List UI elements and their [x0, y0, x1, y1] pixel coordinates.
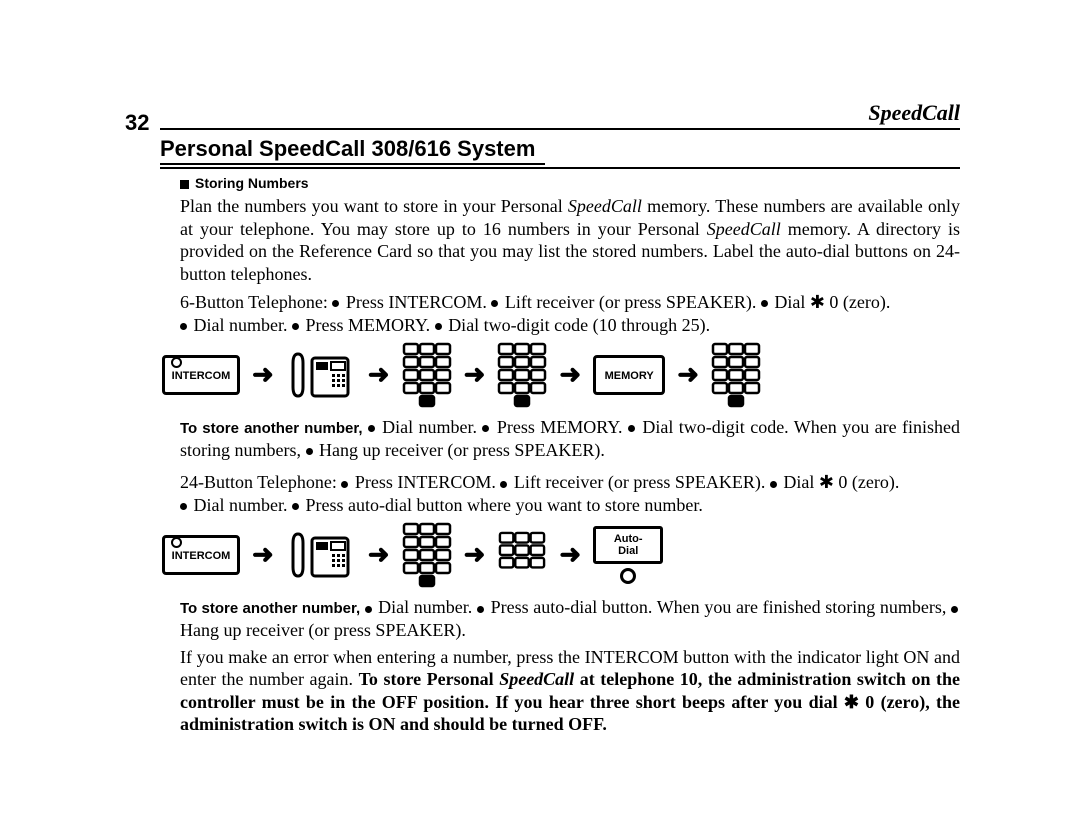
diagram-row-6button: INTERCOM ➜ ➜ ➜ ➜ MEMORY ➜	[162, 342, 960, 408]
text: 24-Button Telephone:	[180, 472, 341, 492]
arrow-right-icon: ➜	[464, 362, 486, 388]
bullet-icon	[341, 481, 348, 488]
indicator-lamp-icon	[171, 357, 182, 368]
arrow-right-icon: ➜	[464, 542, 486, 568]
text: Press INTERCOM.	[355, 472, 501, 492]
keypad-icon	[497, 342, 547, 408]
text: Dial number.	[378, 597, 477, 617]
text: Lift receiver (or press SPEAKER).	[514, 472, 770, 492]
button-label: INTERCOM	[169, 550, 233, 562]
text-italic: SpeedCall	[568, 196, 642, 216]
text-bold-italic: SpeedCall	[499, 669, 574, 689]
text-bold: To store another number,	[180, 420, 368, 437]
subheading-storing-numbers: Storing Numbers	[180, 175, 960, 191]
page-number: 32	[125, 110, 149, 136]
store-another-24btn: To store another number, Dial number. Pr…	[180, 596, 960, 641]
button-label: INTERCOM	[169, 370, 233, 382]
text: Lift receiver (or press SPEAKER).	[505, 292, 761, 312]
indicator-lamp-icon	[171, 537, 182, 548]
diagram-row-24button: INTERCOM ➜ ➜ ➜ ➜ Auto-Dial	[162, 522, 960, 588]
memory-button-icon: MEMORY	[593, 355, 665, 395]
running-head: SpeedCall	[160, 100, 960, 130]
arrow-right-icon: ➜	[252, 542, 274, 568]
indicator-lamp-icon	[620, 568, 636, 584]
button-label: Auto-Dial	[593, 526, 663, 564]
text: Hang up receiver (or press SPEAKER).	[319, 440, 605, 460]
bullet-icon	[770, 481, 777, 488]
handset-phone-icon	[286, 348, 356, 402]
text: Plan the numbers you want to store in yo…	[180, 196, 568, 216]
error-paragraph: If you make an error when entering a num…	[180, 646, 960, 736]
text: Press MEMORY.	[497, 417, 628, 437]
bullet-icon	[332, 300, 339, 307]
store-another-6btn: To store another number, Dial number. Pr…	[180, 416, 960, 461]
bullet-icon	[292, 503, 299, 510]
bullet-icon	[306, 448, 313, 455]
intercom-button-icon: INTERCOM	[162, 355, 240, 395]
bullet-icon	[951, 606, 958, 613]
keypad-small-icon	[497, 531, 547, 579]
bullet-icon	[500, 481, 507, 488]
subheading-text: Storing Numbers	[195, 175, 309, 191]
section-title: Personal SpeedCall 308/616 System	[160, 136, 545, 165]
arrow-right-icon: ➜	[677, 362, 699, 388]
intercom-button-icon: INTERCOM	[162, 535, 240, 575]
text: Dial two-digit code (10 through 25).	[448, 315, 710, 335]
bullet-icon	[180, 503, 187, 510]
bullet-icon	[180, 323, 187, 330]
text: Press auto-dial button where you want to…	[305, 495, 702, 515]
text-bold: To store Personal	[359, 669, 500, 689]
bullet-icon	[628, 425, 635, 432]
bullet-icon	[365, 606, 372, 613]
keypad-icon	[711, 342, 761, 408]
arrow-right-icon: ➜	[368, 362, 390, 388]
text: Dial number.	[194, 315, 292, 335]
text: Dial two-digit code. When you are	[642, 417, 896, 437]
text: Dial number.	[194, 495, 292, 515]
text: Press INTERCOM.	[346, 292, 492, 312]
square-bullet-icon	[180, 180, 189, 189]
bullet-icon	[368, 425, 375, 432]
bullet-icon	[761, 300, 768, 307]
keypad-icon	[402, 522, 452, 588]
text: 6-Button Telephone:	[180, 292, 332, 312]
bullet-icon	[491, 300, 498, 307]
bullet-icon	[482, 425, 489, 432]
text: Dial ✱ 0 (zero).	[774, 292, 890, 312]
arrow-right-icon: ➜	[252, 362, 274, 388]
arrow-right-icon: ➜	[559, 362, 581, 388]
six-button-steps: 6-Button Telephone: Press INTERCOM. Lift…	[180, 291, 960, 336]
text: Hang up receiver (or press SPEAKER).	[180, 620, 466, 640]
text: Dial ✱ 0 (zero).	[783, 472, 899, 492]
arrow-right-icon: ➜	[368, 542, 390, 568]
text: numbers,	[880, 597, 951, 617]
handset-phone-icon	[286, 528, 356, 582]
keypad-icon	[402, 342, 452, 408]
text: Dial number.	[382, 417, 482, 437]
twentyfour-button-steps: 24-Button Telephone: Press INTERCOM. Lif…	[180, 471, 960, 516]
bullet-icon	[477, 606, 484, 613]
arrow-right-icon: ➜	[559, 542, 581, 568]
autodial-button-icon: Auto-Dial	[593, 526, 663, 584]
bullet-icon	[292, 323, 299, 330]
button-label: MEMORY	[600, 370, 658, 382]
intro-paragraph: Plan the numbers you want to store in yo…	[180, 195, 960, 285]
bullet-icon	[435, 323, 442, 330]
text-bold: To store another number,	[180, 600, 365, 617]
text: Press auto-dial button. When you are fin…	[491, 597, 876, 617]
page: 32 SpeedCall Personal SpeedCall 308/616 …	[0, 0, 1080, 835]
text: Press MEMORY.	[305, 315, 434, 335]
text-italic: SpeedCall	[707, 219, 781, 239]
section-title-wrap: Personal SpeedCall 308/616 System	[160, 136, 960, 169]
